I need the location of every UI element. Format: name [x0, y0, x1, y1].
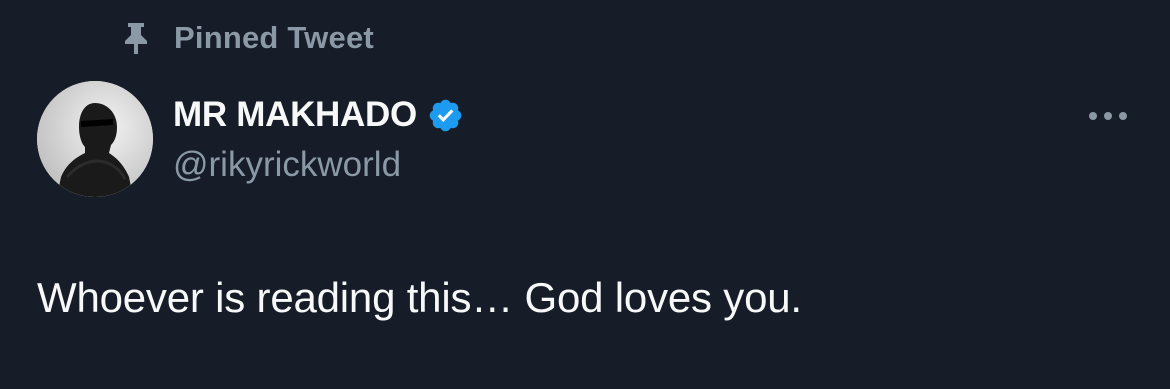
avatar[interactable] [37, 81, 153, 197]
author-handle[interactable]: @rikyrickworld [173, 143, 401, 187]
more-options-button[interactable] [1080, 98, 1136, 134]
author-name-row[interactable]: MR MAKHADO [173, 93, 464, 137]
pinned-label: Pinned Tweet [174, 20, 374, 55]
tweet-text: Whoever is reading this… God loves you. [37, 274, 802, 321]
avatar-photo [37, 81, 153, 197]
pin-icon [125, 23, 147, 54]
verified-badge-icon[interactable] [427, 97, 464, 134]
pinned-indicator: Pinned Tweet [120, 18, 374, 58]
display-name[interactable]: MR MAKHADO [173, 95, 417, 135]
more-dots-icon [1089, 112, 1127, 120]
